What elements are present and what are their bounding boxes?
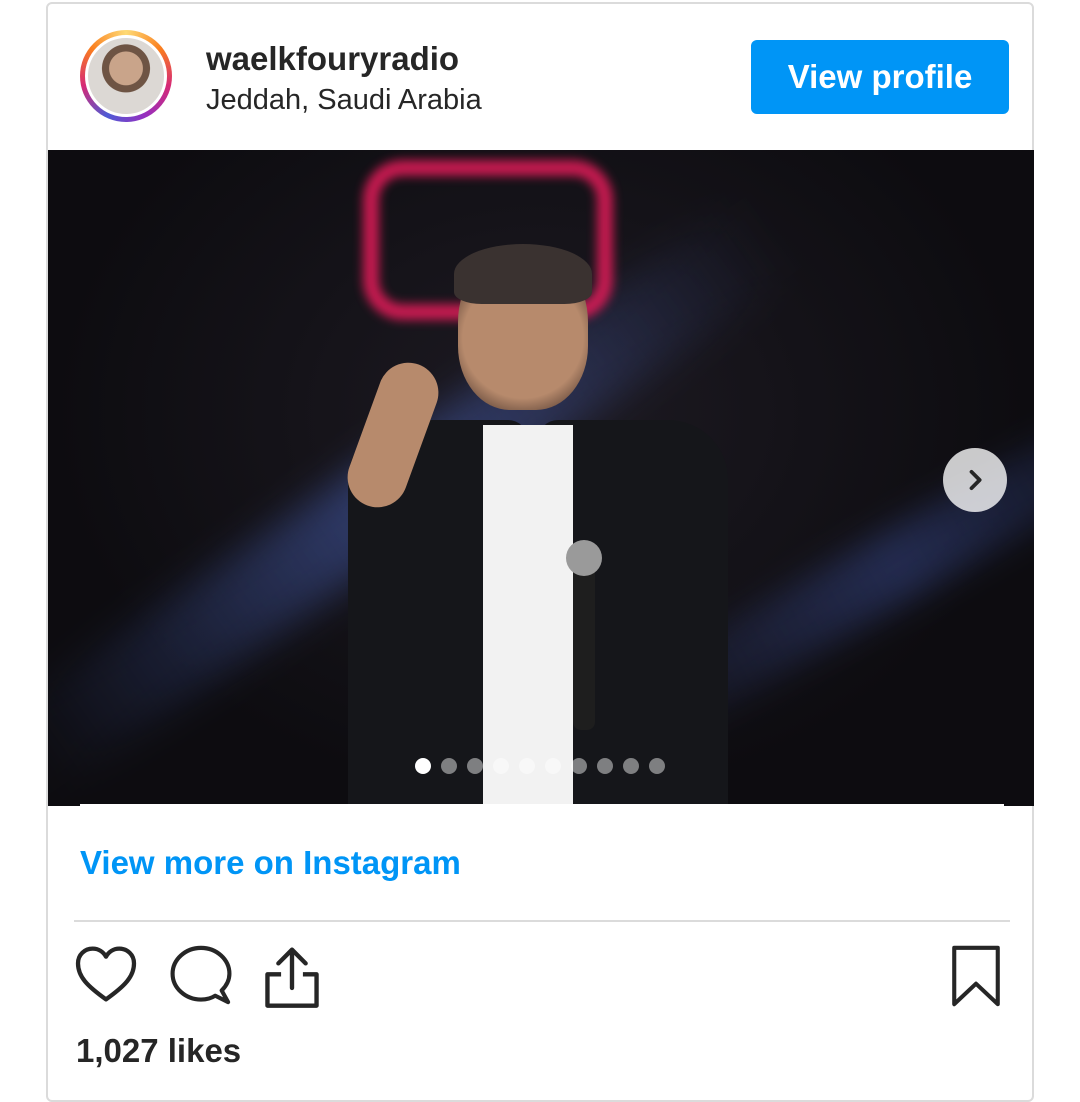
carousel-dot [571,758,587,774]
carousel-dot [597,758,613,774]
share-icon [265,947,319,1008]
share-button[interactable] [262,944,322,1013]
carousel-indicator [415,758,665,774]
instagram-embed-card: waelkfouryradio Jeddah, Saudi Arabia Vie… [46,2,1034,1102]
like-button[interactable] [74,944,138,1007]
likes-count[interactable]: 1,027 likes [76,1032,241,1070]
action-bar [74,944,1010,1014]
username[interactable]: waelkfouryradio [206,40,459,78]
comment-button[interactable] [170,944,232,1009]
heart-icon [75,946,137,1002]
divider [74,920,1010,922]
comment-icon [170,945,232,1005]
save-button[interactable] [950,944,1002,1011]
post-header: waelkfouryradio Jeddah, Saudi Arabia Vie… [48,4,1032,150]
view-more-on-instagram-link[interactable]: View more on Instagram [80,844,461,882]
location[interactable]: Jeddah, Saudi Arabia [206,84,482,117]
carousel-dot [519,758,535,774]
carousel-dot [545,758,561,774]
avatar[interactable] [85,35,167,117]
carousel-dot [623,758,639,774]
view-profile-button[interactable]: View profile [751,40,1009,114]
carousel-dot [493,758,509,774]
microphone [573,550,595,730]
carousel-dot [649,758,665,774]
performer-figure [308,244,768,806]
chevron-right-icon [969,469,982,491]
carousel-dot [415,758,431,774]
bookmark-icon [952,945,1000,1007]
post-photo[interactable] [48,150,1034,806]
carousel-dot [467,758,483,774]
avatar-story-ring[interactable] [80,30,172,122]
next-slide-button[interactable] [943,448,1007,512]
carousel-dot [441,758,457,774]
